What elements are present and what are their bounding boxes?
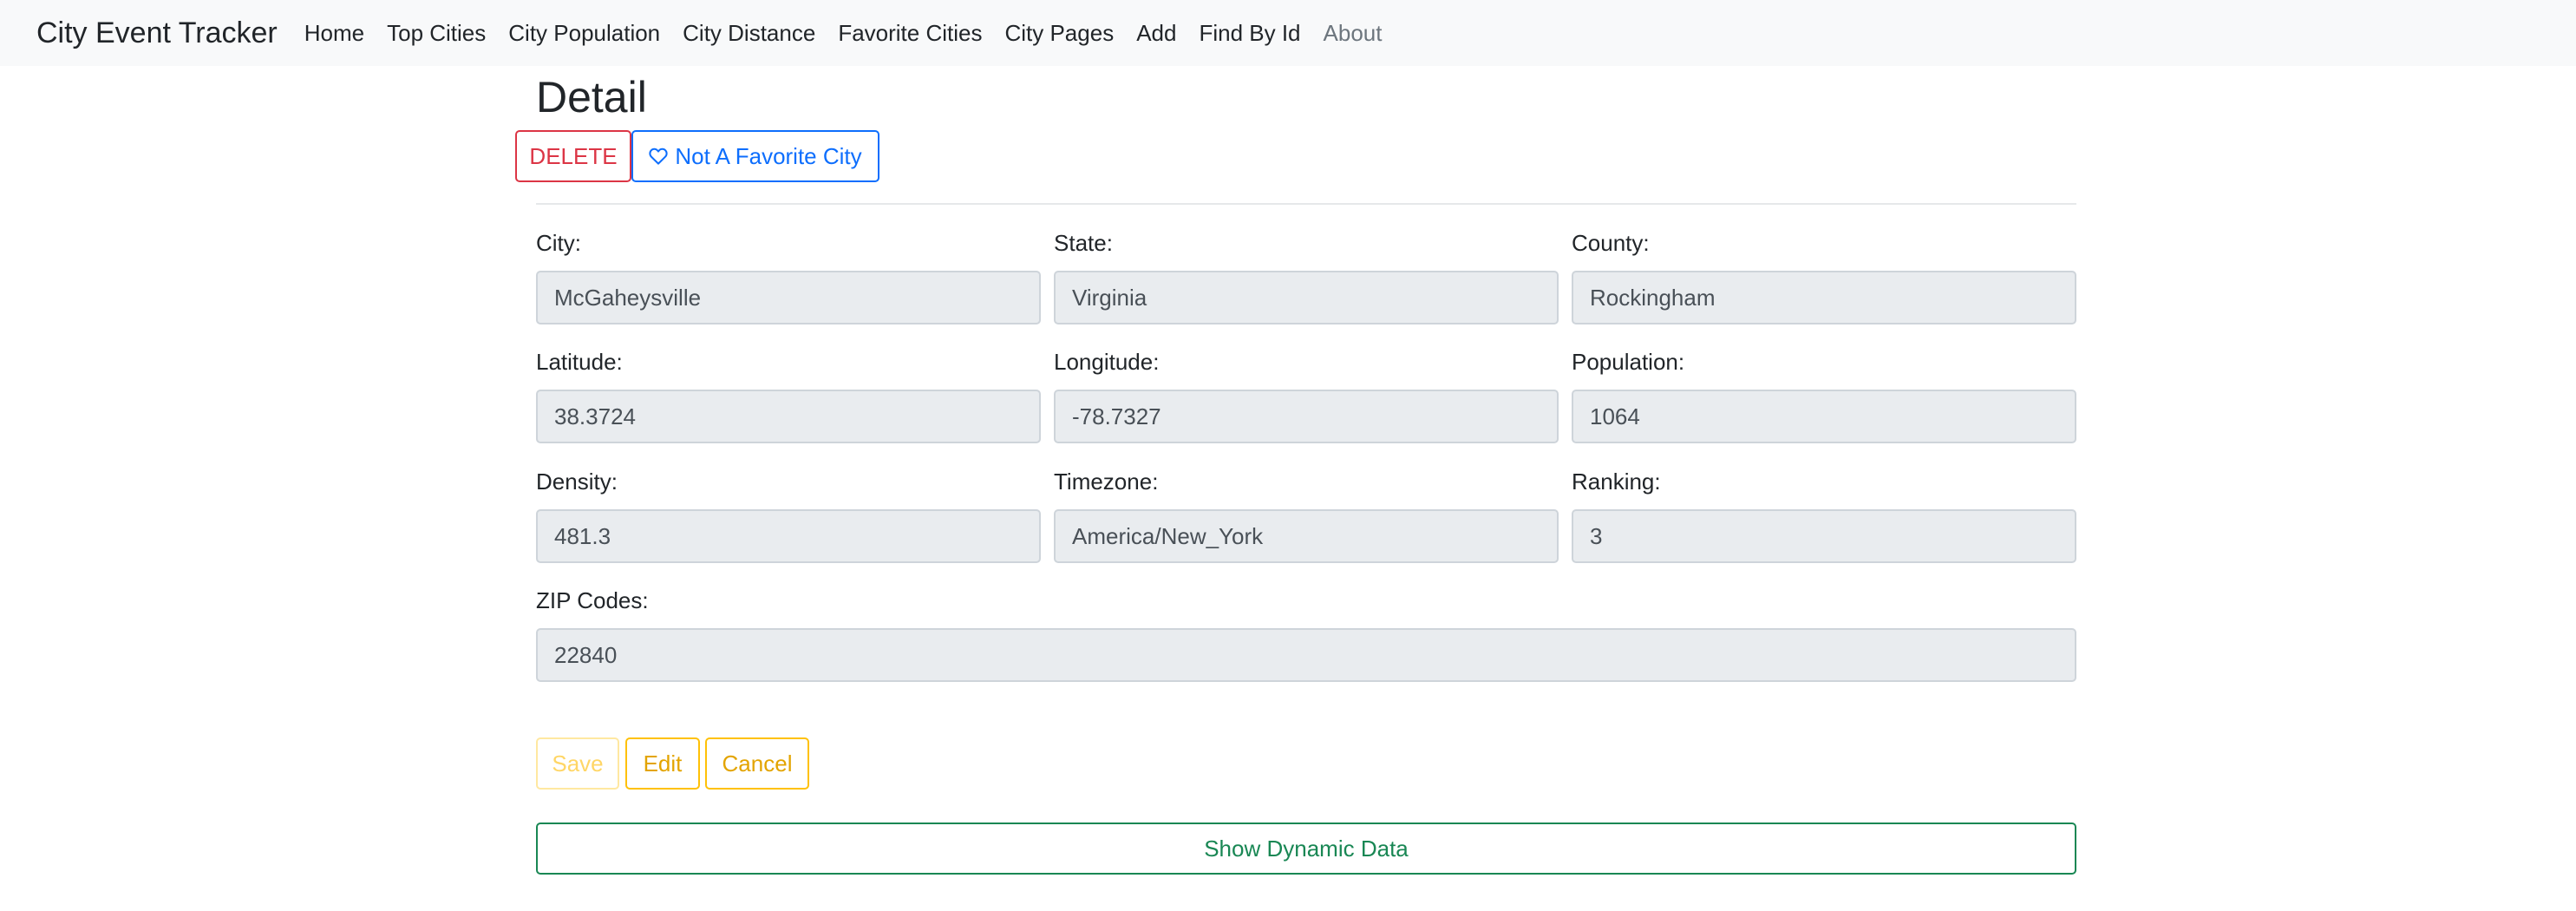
heart-outline-icon (649, 147, 668, 165)
city-label: City: (536, 230, 581, 256)
longitude-label: Longitude: (1054, 349, 1160, 375)
section-divider (536, 203, 2076, 205)
longitude-input[interactable] (1054, 390, 1559, 443)
cancel-button[interactable]: Cancel (705, 737, 809, 790)
county-label: County: (1572, 230, 1650, 256)
state-input[interactable] (1054, 271, 1559, 324)
favorite-toggle-button[interactable]: Not A Favorite City (631, 130, 879, 182)
nav-link-about[interactable]: About (1324, 20, 1383, 47)
nav-link-city-population[interactable]: City Population (508, 20, 660, 47)
zip-codes-label: ZIP Codes: (536, 587, 649, 613)
density-label: Density: (536, 469, 618, 495)
county-input[interactable] (1572, 271, 2076, 324)
nav-link-add[interactable]: Add (1136, 20, 1176, 47)
ranking-input[interactable] (1572, 509, 2076, 563)
density-input[interactable] (536, 509, 1041, 563)
nav-link-favorite-cities[interactable]: Favorite Cities (838, 20, 982, 47)
nav-link-find-by-id[interactable]: Find By Id (1199, 20, 1300, 47)
favorite-label: Not A Favorite City (675, 142, 862, 169)
timezone-label: Timezone: (1054, 469, 1159, 495)
edit-button[interactable]: Edit (625, 737, 700, 790)
timezone-input[interactable] (1054, 509, 1559, 563)
ranking-label: Ranking: (1572, 469, 1661, 495)
nav-link-home[interactable]: Home (304, 20, 364, 47)
nav-link-city-pages[interactable]: City Pages (1004, 20, 1114, 47)
show-dynamic-data-button[interactable]: Show Dynamic Data (536, 823, 2076, 875)
brand-link[interactable]: City Event Tracker (36, 16, 278, 50)
nav-link-city-distance[interactable]: City Distance (683, 20, 815, 47)
page-title: Detail (536, 73, 647, 121)
population-label: Population: (1572, 349, 1685, 375)
delete-button[interactable]: DELETE (515, 130, 631, 182)
city-input[interactable] (536, 271, 1041, 324)
nav-link-top-cities[interactable]: Top Cities (387, 20, 486, 47)
state-label: State: (1054, 230, 1113, 256)
save-button[interactable]: Save (536, 737, 619, 790)
top-navbar: City Event Tracker Home Top Cities City … (0, 0, 2576, 66)
latitude-label: Latitude: (536, 349, 623, 375)
zip-codes-input[interactable] (536, 628, 2076, 682)
latitude-input[interactable] (536, 390, 1041, 443)
population-input[interactable] (1572, 390, 2076, 443)
